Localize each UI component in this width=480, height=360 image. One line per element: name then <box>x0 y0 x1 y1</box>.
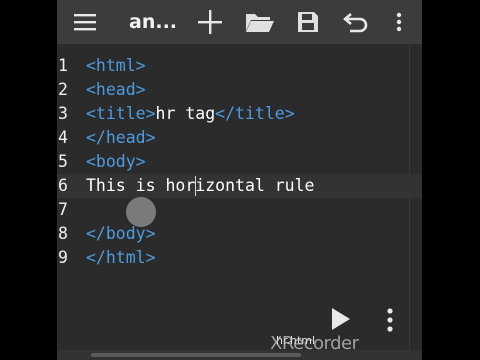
line-number: 9 <box>58 248 68 267</box>
line-number: 3 <box>58 104 68 123</box>
text-token: This is horizontal rule <box>86 176 315 195</box>
code-text: <html> <box>86 54 146 78</box>
menu-icon <box>74 14 96 31</box>
code-text: </head> <box>86 126 156 150</box>
undo-button[interactable] <box>341 0 371 44</box>
code-line[interactable]: 8 </body> <box>57 222 422 246</box>
code-line[interactable]: 1 <html> <box>57 54 422 78</box>
code-editor[interactable]: 1 <html> 2 <head> 3 <title>hr tag</title> 4 </h… <box>57 44 422 350</box>
code-text: <head> <box>86 78 146 102</box>
menu-button[interactable] <box>71 0 99 44</box>
recorder-watermark: XRecorder <box>270 333 359 354</box>
app-screen: an... 1 <html> 2 <head> 3 <title>hr tag<… <box>57 0 422 360</box>
overflow-menu-button[interactable] <box>389 0 409 44</box>
html-tag-token: <title> <box>86 104 156 123</box>
add-button[interactable] <box>195 0 225 44</box>
more-vertical-icon <box>396 12 402 32</box>
save-icon <box>298 12 318 32</box>
code-text: <body> <box>86 150 146 174</box>
folder-open-icon <box>246 14 274 32</box>
text-cursor <box>195 176 196 196</box>
open-folder-button[interactable] <box>243 0 277 44</box>
code-text: <title>hr tag</title> <box>86 102 295 126</box>
html-tag-token: </html> <box>86 248 156 267</box>
line-number: 1 <box>58 56 68 75</box>
line-number: 2 <box>58 80 68 99</box>
plus-icon <box>198 10 222 34</box>
bottom-more-button[interactable] <box>383 307 397 333</box>
line-number: 5 <box>58 152 68 171</box>
play-icon <box>332 308 350 330</box>
code-line[interactable]: 3 <title>hr tag</title> <box>57 102 422 126</box>
file-title: an... <box>129 11 178 33</box>
touch-indicator <box>126 197 156 227</box>
html-tag-token: <body> <box>86 152 146 171</box>
code-line[interactable]: 2 <head> <box>57 78 422 102</box>
text-token: hr tag <box>155 104 216 123</box>
code-line[interactable]: 6 This is horizontal rule <box>57 174 422 198</box>
line-number: 6 <box>58 176 68 195</box>
line-number: 4 <box>58 128 68 147</box>
more-vertical-icon <box>387 308 393 332</box>
toolbar: an... <box>57 0 422 44</box>
code-line[interactable]: 9 </html> <box>57 246 422 270</box>
html-tag-token: <html> <box>86 56 146 75</box>
html-tag-token: <head> <box>86 80 146 99</box>
html-tag-token: </title> <box>215 104 295 123</box>
code-line[interactable]: 5 <body> <box>57 150 422 174</box>
undo-icon <box>343 13 368 33</box>
save-button[interactable] <box>293 0 323 44</box>
html-tag-token: </head> <box>86 128 156 147</box>
line-number: 7 <box>58 200 68 219</box>
code-line[interactable]: 7 <box>57 198 422 222</box>
run-button[interactable] <box>327 305 355 333</box>
code-text: This is horizontal rule <box>86 174 314 198</box>
html-tag-token: </body> <box>86 224 156 243</box>
code-text: </html> <box>86 246 156 270</box>
line-number: 8 <box>58 224 68 243</box>
code-line[interactable]: 4 </head> <box>57 126 422 150</box>
